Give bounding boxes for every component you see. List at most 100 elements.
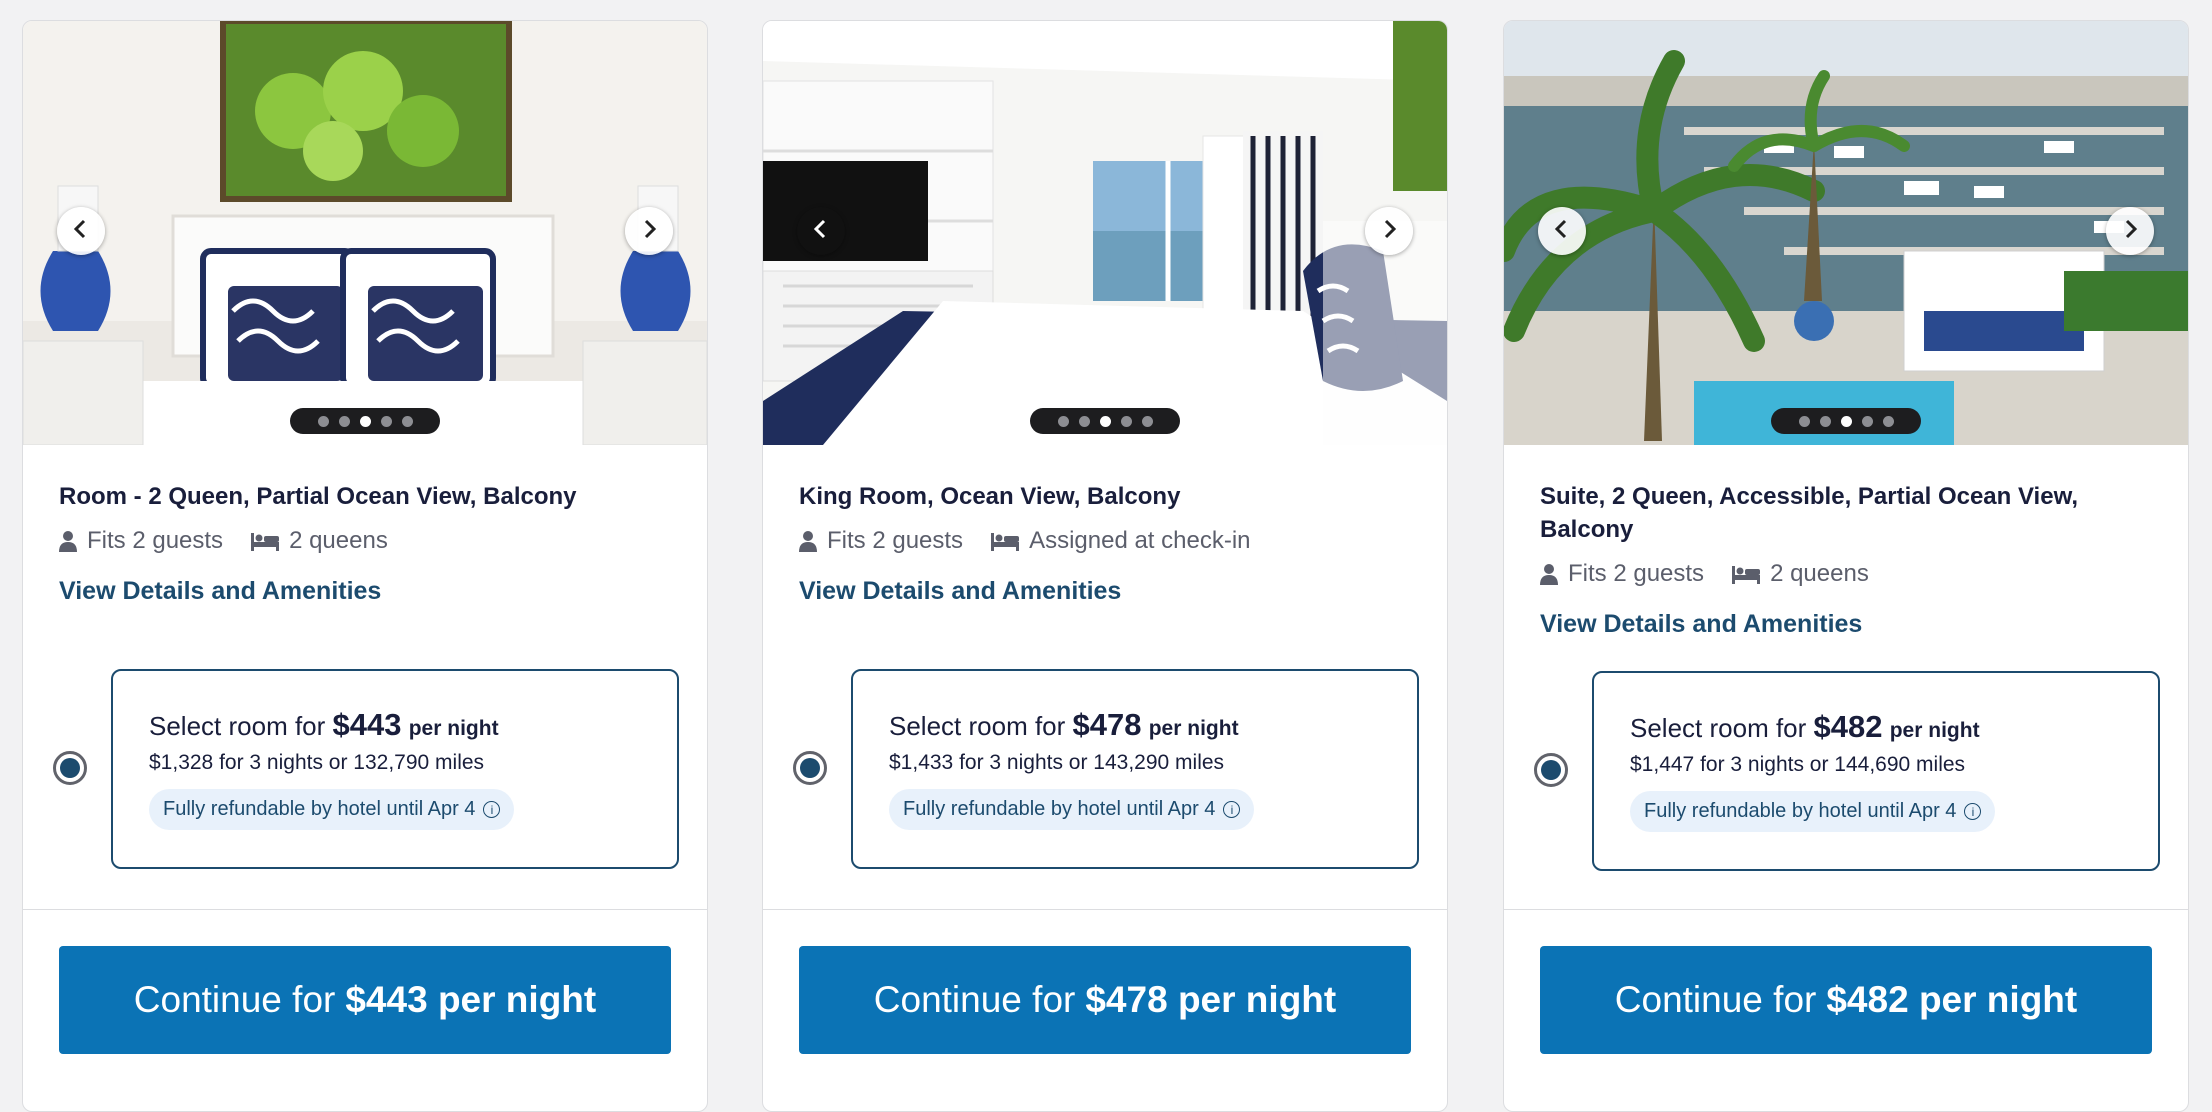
room-option-radio[interactable] [1534,753,1568,787]
chevron-right-icon [2119,218,2141,245]
room-info: Suite, 2 Queen, Accessible, Partial Ocea… [1540,480,2152,639]
carousel-dot[interactable] [317,415,329,427]
carousel-dot[interactable] [338,415,350,427]
radio-selected-dot [1541,760,1561,780]
carousel-dot[interactable] [380,415,392,427]
rate-price-line: Select room for $478 per night [889,707,1381,743]
room-option-radio[interactable] [793,751,827,785]
guest-capacity: Fits 2 guests [1568,560,1705,587]
room-photo[interactable] [1504,21,2188,445]
continue-price: $443 per night [345,979,597,1020]
total-price: $1,447 for 3 nights or 144,690 miles [1630,753,1966,776]
info-icon[interactable]: i [1223,801,1241,818]
continue-label: Continue for [1614,979,1817,1020]
carousel-dot-active[interactable] [359,415,371,427]
total-price: $1,433 for 3 nights or 143,290 miles [889,751,1225,774]
divider [1504,909,2188,910]
per-night-label: per night [1148,717,1239,740]
carousel-dot[interactable] [1120,415,1132,427]
radio-selected-dot [800,758,820,778]
continue-button[interactable]: Continue for $478 per night [799,946,1411,1054]
carousel-dots [1771,408,1921,434]
nightly-price: $478 [1072,707,1142,742]
room-meta: Fits 2 guests 2 queens [59,527,671,555]
room-rate-option[interactable]: Select room for $478 per night $1,433 fo… [851,669,1419,869]
bed-icon [991,531,1020,551]
view-details-link[interactable]: View Details and Amenities [1540,610,2152,639]
continue-price: $482 per night [1826,979,2078,1020]
chevron-right-icon [638,218,660,245]
carousel-next-button[interactable] [625,207,673,255]
select-room-label: Select room for [889,711,1066,741]
room-card: Room - 2 Queen, Partial Ocean View, Balc… [22,20,708,1112]
carousel-dot[interactable] [1861,415,1873,427]
continue-label: Continue for [133,979,336,1020]
carousel-prev-button[interactable] [797,207,845,255]
bed-type: 2 queens [289,527,388,554]
divider [763,909,1447,910]
room-meta: Fits 2 guests Assigned at check-in [799,527,1411,555]
view-details-link[interactable]: View Details and Amenities [59,577,671,606]
chevron-right-icon [1378,218,1400,245]
continue-price: $478 per night [1085,979,1337,1020]
refund-badge[interactable]: Fully refundable by hotel until Apr 4 i [1630,791,1996,832]
carousel-next-button[interactable] [2106,207,2154,255]
refund-text: Fully refundable by hotel until Apr 4 [1644,800,1957,822]
select-room-label: Select room for [1630,713,1807,743]
refund-badge[interactable]: Fully refundable by hotel until Apr 4 i [149,789,515,830]
room-title: Suite, 2 Queen, Accessible, Partial Ocea… [1540,483,2079,543]
room-info: King Room, Ocean View, Balcony Fits 2 gu… [799,480,1411,606]
refund-text: Fully refundable by hotel until Apr 4 [903,798,1216,820]
carousel-next-button[interactable] [1365,207,1413,255]
carousel-prev-button[interactable] [57,207,105,255]
refund-text: Fully refundable by hotel until Apr 4 [163,798,476,820]
room-meta: Fits 2 guests 2 queens [1540,560,2152,588]
carousel-dot[interactable] [1078,415,1090,427]
chevron-left-icon [70,218,92,245]
room-title: Room - 2 Queen, Partial Ocean View, Balc… [59,483,577,510]
radio-selected-dot [60,758,80,778]
chevron-left-icon [1551,218,1573,245]
carousel-dot-active[interactable] [1099,415,1111,427]
carousel-dot[interactable] [401,415,413,427]
room-info: Room - 2 Queen, Partial Ocean View, Balc… [59,480,671,606]
carousel-dot[interactable] [1798,415,1810,427]
info-icon[interactable]: i [1964,803,1982,820]
carousel-dots [1030,408,1180,434]
carousel-dot[interactable] [1819,415,1831,427]
nightly-price: $443 [332,707,402,742]
room-rate-option[interactable]: Select room for $443 per night $1,328 fo… [111,669,679,869]
rate-price-line: Select room for $443 per night [149,707,641,743]
room-photo[interactable] [23,21,707,445]
carousel-dot-active[interactable] [1840,415,1852,427]
continue-label: Continue for [873,979,1076,1020]
room-rate-option[interactable]: Select room for $482 per night $1,447 fo… [1592,671,2160,871]
room-card: Suite, 2 Queen, Accessible, Partial Ocea… [1503,20,2189,1112]
divider [23,909,707,910]
rate-price-line: Select room for $482 per night [1630,709,2122,745]
room-photo[interactable] [763,21,1447,445]
refund-badge[interactable]: Fully refundable by hotel until Apr 4 i [889,789,1255,830]
select-room-label: Select room for [149,711,326,741]
view-details-link[interactable]: View Details and Amenities [799,577,1411,606]
info-icon[interactable]: i [483,801,501,818]
carousel-dot[interactable] [1882,415,1894,427]
room-option-radio[interactable] [53,751,87,785]
guest-capacity: Fits 2 guests [87,527,224,554]
carousel-dot[interactable] [1057,415,1069,427]
person-icon [1540,563,1558,585]
carousel-dots [290,408,440,434]
room-card: King Room, Ocean View, Balcony Fits 2 gu… [762,20,1448,1112]
guest-capacity: Fits 2 guests [827,527,964,554]
continue-button[interactable]: Continue for $443 per night [59,946,671,1054]
person-icon [59,530,77,552]
carousel-dot[interactable] [1141,415,1153,427]
bed-icon [1732,564,1761,584]
bed-icon [251,531,280,551]
total-price: $1,328 for 3 nights or 132,790 miles [149,751,485,774]
continue-button[interactable]: Continue for $482 per night [1540,946,2152,1054]
per-night-label: per night [1889,719,1980,742]
per-night-label: per night [408,717,499,740]
bed-type: Assigned at check-in [1029,527,1251,554]
carousel-prev-button[interactable] [1538,207,1586,255]
